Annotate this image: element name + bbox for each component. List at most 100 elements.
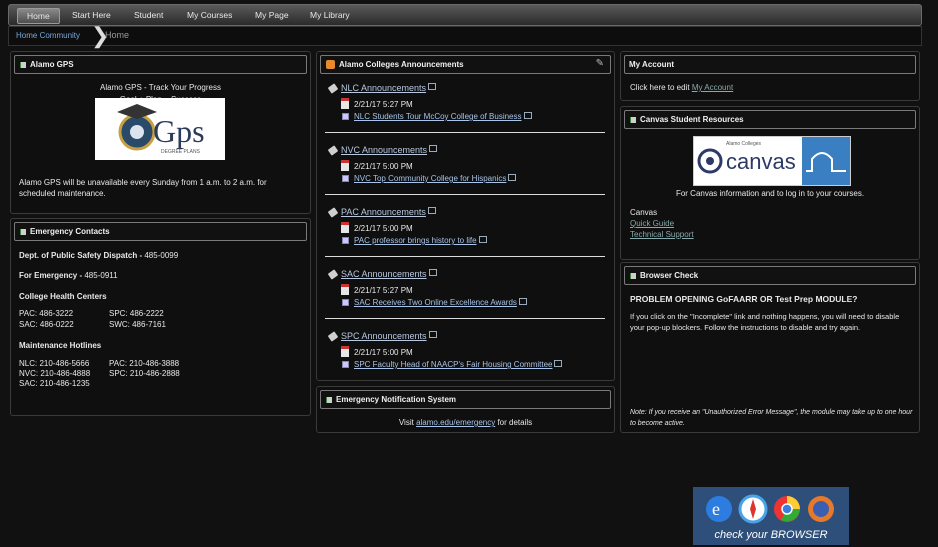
gps-logo-sub: DEGREE PLANS bbox=[161, 149, 201, 155]
breadcrumb: Home Community ❯ Home bbox=[8, 23, 922, 48]
emergency-contacts-panel: Emergency Contacts Dept. of Public Safet… bbox=[10, 218, 311, 416]
health-centers-heading: College Health Centers bbox=[19, 292, 107, 301]
spc-item-link[interactable]: SPC Faculty Head of NAACP's Fair Housing… bbox=[354, 360, 563, 369]
spc-date: 2/21/17 5:00 PM bbox=[354, 348, 413, 357]
item-bullet-icon bbox=[342, 299, 349, 306]
dispatch-line: Dept. of Public Safety Dispatch - 485-00… bbox=[19, 251, 178, 260]
gps-logo-text: Gps bbox=[153, 113, 205, 149]
maintenance-heading: Maintenance Hotlines bbox=[19, 341, 102, 350]
breadcrumb-current: Home bbox=[105, 30, 130, 40]
calendar-icon bbox=[341, 284, 349, 295]
sac-item-link[interactable]: SAC Receives Two Online Excellence Award… bbox=[354, 298, 527, 307]
health-pac: PAC: 486-3222 bbox=[19, 309, 74, 318]
panel-header: Alamo Colleges Announcements ✎ bbox=[320, 55, 611, 74]
announcements-panel: Alamo Colleges Announcements ✎ NLC Annou… bbox=[316, 51, 615, 381]
emergency-label: For Emergency - bbox=[19, 271, 85, 280]
nav-my-page[interactable]: My Page bbox=[246, 8, 298, 22]
edit-pencil-icon[interactable]: ✎ bbox=[596, 58, 604, 69]
notification-text: Visit alamo.edu/emergency for details bbox=[398, 418, 533, 427]
canvas-logo-text: canvas bbox=[726, 149, 796, 174]
maint-spc: SPC: 210-486-2888 bbox=[109, 369, 180, 378]
health-sac: SAC: 486-0222 bbox=[19, 320, 74, 329]
emergency-link[interactable]: alamo.edu/emergency bbox=[416, 418, 495, 427]
maint-nvc: NVC: 210-486-4888 bbox=[19, 369, 91, 378]
nav-home[interactable]: Home bbox=[17, 8, 60, 24]
maint-nlc: NLC: 210-486-5666 bbox=[19, 359, 90, 368]
alamo-gps-panel: Alamo GPS Alamo GPS - Track Your Progres… bbox=[10, 51, 311, 214]
emergency-line: For Emergency - 485-0911 bbox=[19, 271, 118, 280]
nav-my-courses[interactable]: My Courses bbox=[178, 8, 241, 22]
breadcrumb-home-community[interactable]: Home Community bbox=[16, 31, 80, 40]
panel-header: Alamo GPS bbox=[14, 55, 307, 74]
calendar-icon bbox=[341, 222, 349, 233]
portlet-icon bbox=[326, 397, 332, 403]
canvas-resources-panel: Canvas Student Resources Alamo Colleges … bbox=[620, 106, 920, 260]
nvc-item-link[interactable]: NVC Top Community College for Hispanics bbox=[354, 174, 517, 183]
panel-title: Browser Check bbox=[640, 271, 699, 280]
canvas-logo-image[interactable]: Alamo Colleges canvas bbox=[693, 136, 851, 186]
nlc-announcements-link[interactable]: NLC Announcements bbox=[341, 83, 437, 93]
panel-title: Emergency Notification System bbox=[336, 395, 457, 404]
gps-notice: Alamo GPS will be unavailable every Sund… bbox=[19, 178, 267, 198]
dispatch-number: 485-0099 bbox=[144, 251, 179, 260]
item-bullet-icon bbox=[342, 237, 349, 244]
browser-banner-text: check your BROWSER bbox=[714, 529, 827, 541]
maint-sac: SAC: 210-486-1235 bbox=[19, 379, 90, 388]
calendar-icon bbox=[341, 160, 349, 171]
panel-header: Canvas Student Resources bbox=[624, 110, 916, 129]
spc-announcements-link[interactable]: SPC Announcements bbox=[341, 331, 437, 341]
tag-icon bbox=[327, 145, 339, 156]
browser-heading: PROBLEM OPENING GoFAARR OR Test Prep MOD… bbox=[630, 294, 858, 304]
nav-student[interactable]: Student bbox=[125, 8, 172, 22]
pac-item-link[interactable]: PAC professor brings history to life bbox=[354, 236, 487, 245]
health-spc: SPC: 486-2222 bbox=[109, 309, 164, 318]
nlc-item-link[interactable]: NLC Students Tour McCoy College of Busin… bbox=[354, 112, 532, 121]
canvas-info: For Canvas information and to log in to … bbox=[675, 189, 865, 198]
pac-date: 2/21/17 5:00 PM bbox=[354, 224, 413, 233]
calendar-icon bbox=[341, 98, 349, 109]
quick-guide-link[interactable]: Quick Guide bbox=[630, 219, 674, 228]
calendar-icon bbox=[341, 346, 349, 357]
gps-heading: Alamo GPS - Track Your Progress bbox=[100, 83, 221, 92]
portlet-icon bbox=[630, 117, 636, 123]
tag-icon bbox=[327, 207, 339, 218]
panel-title: Canvas Student Resources bbox=[640, 115, 744, 124]
browser-text: If you click on the "Incomplete" link an… bbox=[630, 312, 900, 332]
dispatch-label: Dept. of Public Safety Dispatch - bbox=[19, 251, 145, 260]
gps-logo-image[interactable]: Gps DEGREE PLANS bbox=[95, 98, 225, 160]
sac-announcements-link[interactable]: SAC Announcements bbox=[341, 269, 437, 279]
portlet-icon bbox=[630, 273, 636, 279]
divider bbox=[325, 194, 605, 195]
rss-icon bbox=[326, 60, 335, 69]
nvc-announcements-link[interactable]: NVC Announcements bbox=[341, 145, 438, 155]
nav-my-library[interactable]: My Library bbox=[301, 8, 359, 22]
item-bullet-icon bbox=[342, 361, 349, 368]
panel-title: Alamo Colleges Announcements bbox=[339, 60, 464, 69]
sac-date: 2/21/17 5:27 PM bbox=[354, 286, 413, 295]
divider bbox=[325, 256, 605, 257]
my-account-link[interactable]: My Account bbox=[692, 83, 733, 92]
nav-start-here[interactable]: Start Here bbox=[63, 8, 120, 22]
panel-header: Emergency Notification System bbox=[320, 390, 611, 409]
my-account-panel: My Account Click here to edit My Account bbox=[620, 51, 920, 101]
tag-icon bbox=[327, 269, 339, 280]
tag-icon bbox=[327, 331, 339, 342]
top-nav-bar: Home Start Here Student My Courses My Pa… bbox=[8, 4, 922, 26]
account-text: Click here to edit My Account bbox=[630, 83, 734, 92]
check-browser-image[interactable]: e check your BROWSER bbox=[693, 487, 849, 545]
pac-announcements-link[interactable]: PAC Announcements bbox=[341, 207, 436, 217]
health-swc: SWC: 486-7161 bbox=[109, 320, 166, 329]
panel-header: My Account bbox=[624, 55, 916, 74]
divider bbox=[325, 318, 605, 319]
panel-title: Alamo GPS bbox=[30, 60, 74, 69]
technical-support-link[interactable]: Technical Support bbox=[630, 230, 694, 239]
emergency-notification-panel: Emergency Notification System Visit alam… bbox=[316, 386, 615, 433]
divider bbox=[325, 132, 605, 133]
canvas-label: Canvas bbox=[630, 208, 658, 217]
svg-text:e: e bbox=[712, 499, 720, 519]
maint-pac: PAC: 210-486-3888 bbox=[109, 359, 180, 368]
portlet-icon bbox=[20, 229, 26, 235]
canvas-logo-top: Alamo Colleges bbox=[726, 141, 762, 147]
nlc-date: 2/21/17 5:27 PM bbox=[354, 100, 413, 109]
browser-check-panel: Browser Check PROBLEM OPENING GoFAARR OR… bbox=[620, 262, 920, 545]
